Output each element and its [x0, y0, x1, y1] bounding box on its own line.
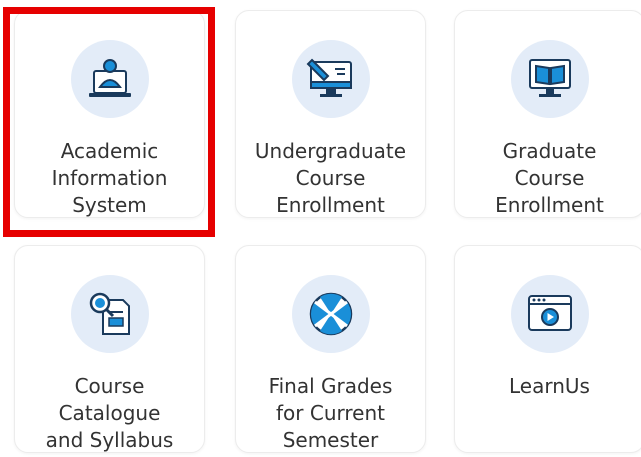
icon-circle	[71, 40, 149, 118]
document-magnifier-icon	[89, 292, 130, 335]
tile-learnus[interactable]: LearnUs	[454, 245, 641, 453]
tile-label: Final Grades for Current Semester	[268, 374, 393, 452]
tile-label: Undergraduate Course Enrollment	[254, 139, 407, 217]
grade-badge-icon	[309, 292, 353, 336]
tile-label: LearnUs	[509, 374, 590, 398]
tile-final-grades-for-current-semester[interactable]: Final Grades for Current Semester	[235, 245, 426, 453]
icon-circle	[511, 40, 589, 118]
tile-academic-information-system[interactable]: Academic Information System	[14, 10, 205, 218]
browser-play-icon	[528, 295, 572, 331]
tile-label: Graduate Course Enrollment	[495, 139, 604, 217]
tile-label: Academic Information System	[51, 139, 168, 217]
tile-graduate-course-enrollment[interactable]: Graduate Course Enrollment	[454, 10, 641, 218]
tile-course-catalogue-and-syllabus[interactable]: Course Catalogue and Syllabus	[14, 245, 205, 453]
person-at-laptop-icon	[89, 59, 131, 97]
icon-circle	[292, 40, 370, 118]
monitor-book-icon	[529, 59, 571, 97]
tile-label: Course Catalogue and Syllabus	[45, 374, 174, 452]
tile-undergraduate-course-enrollment[interactable]: Undergraduate Course Enrollment	[235, 10, 426, 218]
icon-circle	[292, 275, 370, 353]
icon-circle	[71, 275, 149, 353]
monitor-pencil-icon	[306, 58, 352, 97]
icon-circle	[511, 275, 589, 353]
